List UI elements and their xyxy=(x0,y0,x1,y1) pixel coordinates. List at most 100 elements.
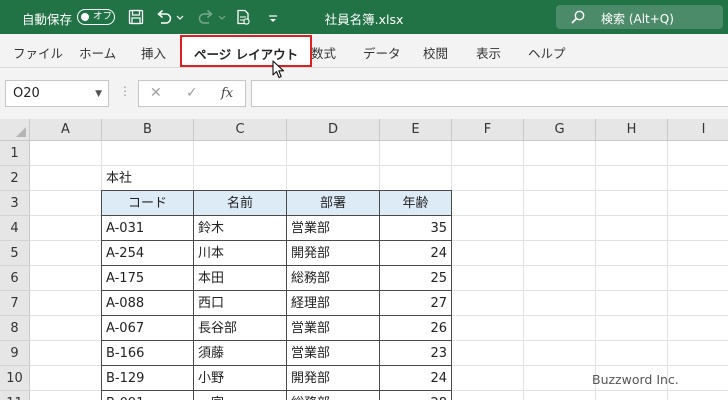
table-border xyxy=(101,190,102,400)
watermark: Buzzword Inc. xyxy=(592,372,679,387)
tab-review[interactable]: 校閲 xyxy=(423,43,448,62)
column-header-d[interactable]: D xyxy=(287,119,380,141)
function-icon[interactable]: fx xyxy=(221,86,233,101)
row-header-11[interactable]: 11 xyxy=(0,391,30,400)
row-header-3[interactable]: 3 xyxy=(0,191,30,216)
table-cell[interactable]: A-031 xyxy=(102,216,193,241)
table-cell[interactable]: 小野 xyxy=(194,366,286,391)
table-cell[interactable]: 開発部 xyxy=(287,366,379,391)
column-header-f[interactable]: F xyxy=(452,119,524,141)
tab-page-layout[interactable]: ページ レイアウト xyxy=(180,35,313,67)
table-cell[interactable]: 35 xyxy=(380,216,451,241)
cell-b2-title[interactable]: 本社 xyxy=(102,166,193,191)
table-cell[interactable]: 開発部 xyxy=(287,241,379,266)
table-border xyxy=(101,265,452,266)
table-cell[interactable]: 総務部 xyxy=(287,266,379,291)
table-border xyxy=(101,390,452,391)
formula-bar: O20 ▼ ⋮ ✕ ✓ fx xyxy=(0,68,728,119)
search-placeholder: 検索 (Alt+Q) xyxy=(601,12,674,26)
table-border xyxy=(101,365,452,366)
formula-bar-splitter[interactable]: ⋮ xyxy=(119,84,131,98)
table-cell[interactable]: 須藤 xyxy=(194,341,286,366)
table-cell[interactable]: A-088 xyxy=(102,291,193,316)
table-border xyxy=(101,190,452,191)
table-header-dept[interactable]: 部署 xyxy=(287,191,379,216)
row-header-2[interactable]: 2 xyxy=(0,166,30,191)
column-header-c[interactable]: C xyxy=(194,119,287,141)
table-cell[interactable]: 27 xyxy=(380,291,451,316)
table-cell[interactable]: 鈴木 xyxy=(194,216,286,241)
tab-data[interactable]: データ xyxy=(363,43,401,62)
table-cell[interactable]: 総務部 xyxy=(287,391,379,400)
table-border xyxy=(101,290,452,291)
table-cell[interactable]: A-175 xyxy=(102,266,193,291)
column-header-i[interactable]: I xyxy=(668,119,728,141)
table-cell[interactable]: 23 xyxy=(380,341,451,366)
column-header-h[interactable]: H xyxy=(596,119,668,141)
table-cell[interactable]: B-166 xyxy=(102,341,193,366)
search-icon xyxy=(570,9,586,25)
table-cell[interactable]: 営業部 xyxy=(287,216,379,241)
table-cell[interactable]: 川本 xyxy=(194,241,286,266)
column-header-a[interactable]: A xyxy=(30,119,102,141)
row-header-6[interactable]: 6 xyxy=(0,266,30,291)
table-cell[interactable]: A-254 xyxy=(102,241,193,266)
table-cell[interactable]: 28 xyxy=(380,391,451,400)
formula-buttons: ✕ ✓ fx xyxy=(138,80,246,107)
name-box-value: O20 xyxy=(13,86,40,101)
row-header-9[interactable]: 9 xyxy=(0,341,30,366)
table-cell[interactable]: 25 xyxy=(380,266,451,291)
table-cell[interactable]: 26 xyxy=(380,316,451,341)
table-header-name[interactable]: 名前 xyxy=(194,191,286,216)
ribbon-tabs: ファイル ホーム 挿入 ページ レイアウト 数式 データ 校閲 表示 ヘルプ xyxy=(0,34,728,68)
row-header-7[interactable]: 7 xyxy=(0,291,30,316)
table-border xyxy=(286,190,287,400)
tab-help[interactable]: ヘルプ xyxy=(528,43,566,62)
table-border xyxy=(379,190,380,400)
row-header-10[interactable]: 10 xyxy=(0,366,30,391)
select-all-corner[interactable] xyxy=(0,119,30,141)
gridline xyxy=(595,141,596,400)
table-cell[interactable]: 24 xyxy=(380,366,451,391)
search-box[interactable]: 検索 (Alt+Q) xyxy=(556,5,723,29)
formula-input[interactable] xyxy=(251,80,728,107)
column-header-g[interactable]: G xyxy=(524,119,596,141)
row-header-5[interactable]: 5 xyxy=(0,241,30,266)
table-border xyxy=(101,315,452,316)
tab-home[interactable]: ホーム xyxy=(79,43,116,62)
table-border xyxy=(451,190,452,400)
enter-icon[interactable]: ✓ xyxy=(186,85,198,101)
table-header-code[interactable]: コード xyxy=(102,191,193,216)
tab-view[interactable]: 表示 xyxy=(476,43,501,62)
table-cell[interactable]: 西口 xyxy=(194,291,286,316)
table-cell[interactable]: 長谷部 xyxy=(194,316,286,341)
column-header-b[interactable]: B xyxy=(102,119,194,141)
table-header-age[interactable]: 年齢 xyxy=(380,191,451,216)
select-all-triangle-icon xyxy=(16,127,26,137)
table-border xyxy=(193,190,194,400)
column-header-e[interactable]: E xyxy=(380,119,452,141)
tab-insert[interactable]: 挿入 xyxy=(141,43,166,62)
tab-formulas[interactable]: 数式 xyxy=(311,43,336,62)
table-cell[interactable]: 営業部 xyxy=(287,341,379,366)
table-cell[interactable]: 営業部 xyxy=(287,316,379,341)
table-cell[interactable]: 本田 xyxy=(194,266,286,291)
table-cell[interactable]: 経理部 xyxy=(287,291,379,316)
cancel-icon[interactable]: ✕ xyxy=(150,85,162,101)
table-border xyxy=(101,240,452,241)
tab-file[interactable]: ファイル xyxy=(13,43,63,62)
table-cell[interactable]: 24 xyxy=(380,241,451,266)
row-header-8[interactable]: 8 xyxy=(0,316,30,341)
table-cell[interactable]: B-129 xyxy=(102,366,193,391)
table-cell[interactable]: 一宮 xyxy=(194,391,286,400)
table-cell[interactable]: B-091 xyxy=(102,391,193,400)
spreadsheet-grid[interactable]: A B C D E F G H I 1 2 3 4 5 6 7 8 9 10 1… xyxy=(0,119,728,400)
row-header-1[interactable]: 1 xyxy=(0,141,30,166)
name-box[interactable]: O20 ▼ xyxy=(5,80,109,107)
table-border xyxy=(101,340,452,341)
table-border xyxy=(101,215,452,216)
row-header-4[interactable]: 4 xyxy=(0,216,30,241)
table-cell[interactable]: A-067 xyxy=(102,316,193,341)
gridline xyxy=(523,141,524,400)
chevron-down-icon[interactable]: ▼ xyxy=(95,89,102,99)
